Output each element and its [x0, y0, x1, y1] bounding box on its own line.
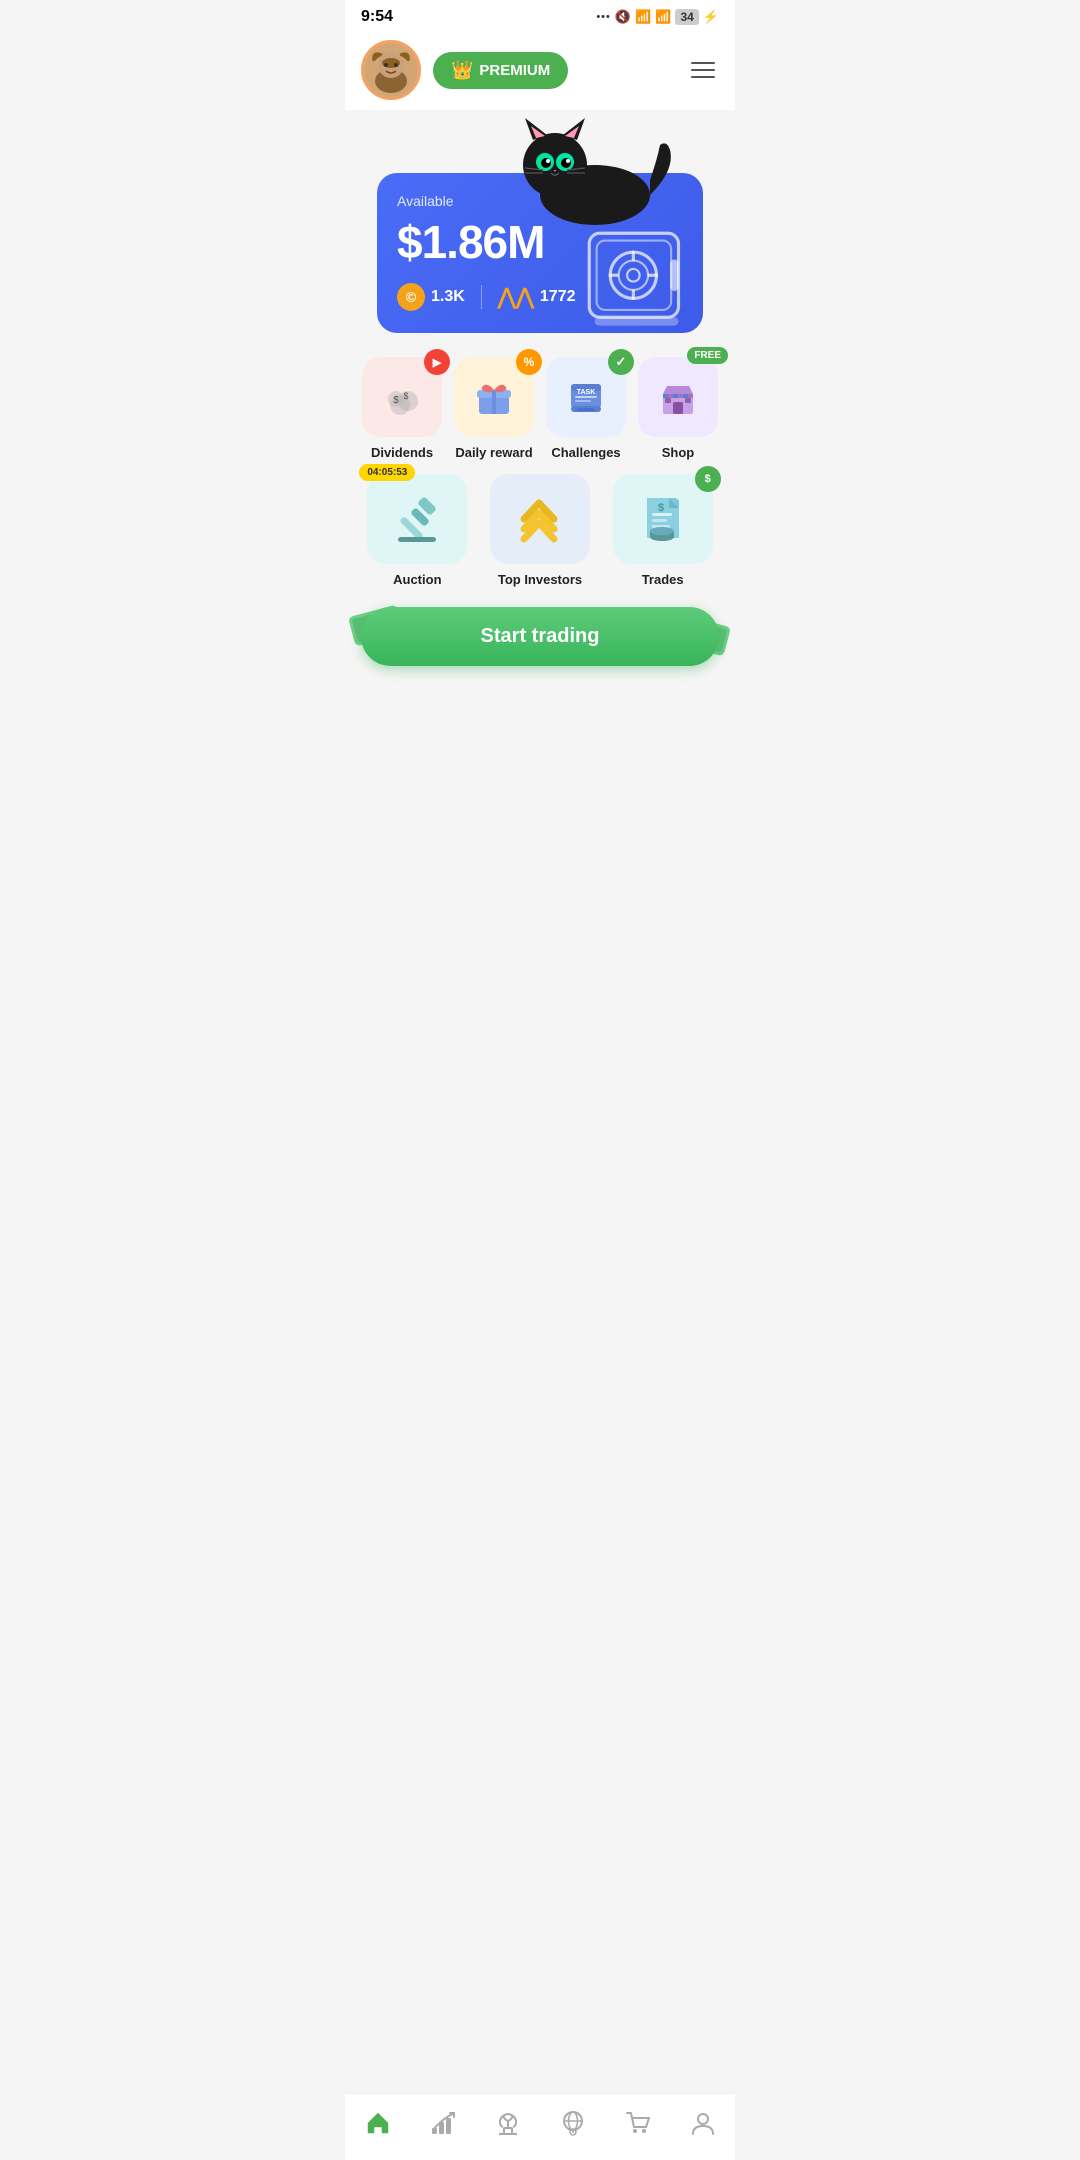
- daily-reward-icon-box: %: [454, 357, 534, 437]
- nav-profile[interactable]: [680, 2106, 726, 2140]
- cat-decoration: [495, 110, 675, 230]
- daily-reward-label: Daily reward: [455, 445, 532, 460]
- vault-illustration: [584, 228, 689, 323]
- points-value: 1772: [540, 288, 576, 306]
- top-investors-icon-box: [490, 474, 590, 564]
- cta-section: $ $ Start trading: [345, 587, 735, 682]
- portfolio-icon: [430, 2110, 456, 2136]
- status-icons: ••• 🔇 📶 📶 34 ⚡: [596, 9, 719, 25]
- shop-item[interactable]: FREE Shop: [637, 357, 719, 460]
- battery-icon: 34: [675, 9, 698, 25]
- avatar[interactable]: [361, 40, 421, 100]
- trades-icon-box: $ $: [613, 474, 713, 564]
- nav-portfolio[interactable]: [420, 2106, 466, 2140]
- trades-item[interactable]: $ $ Trades: [606, 474, 719, 587]
- menu-line-2: [691, 69, 715, 71]
- crown-icon: 👑: [451, 60, 473, 81]
- svg-text:$: $: [393, 395, 399, 406]
- challenges-label: Challenges: [551, 445, 620, 460]
- dividends-label: Dividends: [371, 445, 433, 460]
- vault-svg: [584, 228, 689, 328]
- top-investors-label: Top Investors: [498, 572, 582, 587]
- premium-badge[interactable]: 👑 PREMIUM: [433, 52, 568, 89]
- play-badge: ▶: [424, 349, 450, 375]
- chevrons-icon: ⋀⋀: [498, 286, 534, 308]
- features-grid-2: 04:05:53 Auction: [361, 474, 719, 587]
- points-stat: ⋀⋀ 1772: [498, 286, 576, 308]
- grid-row-1: ▶ $ $ Dividends %: [345, 349, 735, 460]
- auction-icon-box: 04:05:53: [367, 474, 467, 564]
- charging-icon: ⚡: [703, 9, 719, 25]
- menu-button[interactable]: [687, 58, 719, 82]
- menu-line-1: [691, 62, 715, 64]
- header: 👑 PREMIUM: [345, 30, 735, 110]
- task-icon: TASK: [563, 374, 609, 420]
- grid-row-2: 04:05:53 Auction: [345, 460, 735, 587]
- menu-line-3: [691, 76, 715, 78]
- nav-market[interactable]: [550, 2106, 596, 2140]
- cart-icon: [625, 2110, 651, 2136]
- avatar-image: [364, 43, 418, 97]
- svg-text:$: $: [403, 391, 408, 401]
- free-badge: FREE: [687, 347, 728, 364]
- dividends-icon-box: ▶ $ $: [362, 357, 442, 437]
- wifi-icon: 📶: [655, 9, 671, 25]
- cat-svg: [495, 110, 675, 230]
- stat-divider: [481, 285, 482, 309]
- signal-bars: 📶: [635, 9, 651, 25]
- mute-icon: 🔇: [615, 9, 631, 25]
- start-trading-button[interactable]: Start trading: [361, 607, 719, 666]
- nav-cart[interactable]: [615, 2106, 661, 2140]
- premium-label: PREMIUM: [479, 62, 550, 79]
- trades-label: Trades: [642, 572, 684, 587]
- balance-section: Available $1.86M © 1.3K ⋀⋀ 1772: [345, 110, 735, 349]
- top-investors-item[interactable]: Top Investors: [484, 474, 597, 587]
- dollar-badge: $: [695, 466, 721, 492]
- coin-icon: ©: [397, 283, 425, 311]
- auction-label: Auction: [393, 572, 441, 587]
- timer-badge: 04:05:53: [359, 464, 415, 481]
- challenges-icon-box: ✓ TASK: [546, 357, 626, 437]
- shop-icon: [655, 374, 701, 420]
- auction-item[interactable]: 04:05:53 Auction: [361, 474, 474, 587]
- coins-value: 1.3K: [431, 288, 465, 306]
- signal-dots: •••: [596, 11, 611, 23]
- features-grid-1: ▶ $ $ Dividends %: [361, 357, 719, 460]
- home-icon: [365, 2110, 391, 2136]
- svg-text:TASK: TASK: [577, 389, 596, 396]
- trades-icon: $: [635, 493, 690, 545]
- top-investors-icon: [512, 493, 567, 545]
- auction-icon: [390, 493, 445, 545]
- dividends-icon: $ $: [378, 373, 426, 421]
- leaderboard-icon: [495, 2110, 521, 2136]
- status-bar: 9:54 ••• 🔇 📶 📶 34 ⚡: [345, 0, 735, 30]
- nav-leaderboard[interactable]: [485, 2106, 531, 2140]
- status-time: 9:54: [361, 8, 393, 26]
- shop-label: Shop: [662, 445, 695, 460]
- nav-home[interactable]: [355, 2106, 401, 2140]
- profile-icon: [690, 2110, 716, 2136]
- dividends-item[interactable]: ▶ $ $ Dividends: [361, 357, 443, 460]
- daily-reward-item[interactable]: % Daily reward: [453, 357, 535, 460]
- bottom-nav: [345, 2093, 735, 2160]
- check-badge: ✓: [608, 349, 634, 375]
- gift-icon: [471, 374, 517, 420]
- globe-icon: [560, 2110, 586, 2136]
- svg-text:$: $: [658, 502, 664, 514]
- coins-stat: © 1.3K: [397, 283, 465, 311]
- percent-badge: %: [516, 349, 542, 375]
- challenges-item[interactable]: ✓ TASK Challenges: [545, 357, 627, 460]
- shop-icon-box: FREE: [638, 357, 718, 437]
